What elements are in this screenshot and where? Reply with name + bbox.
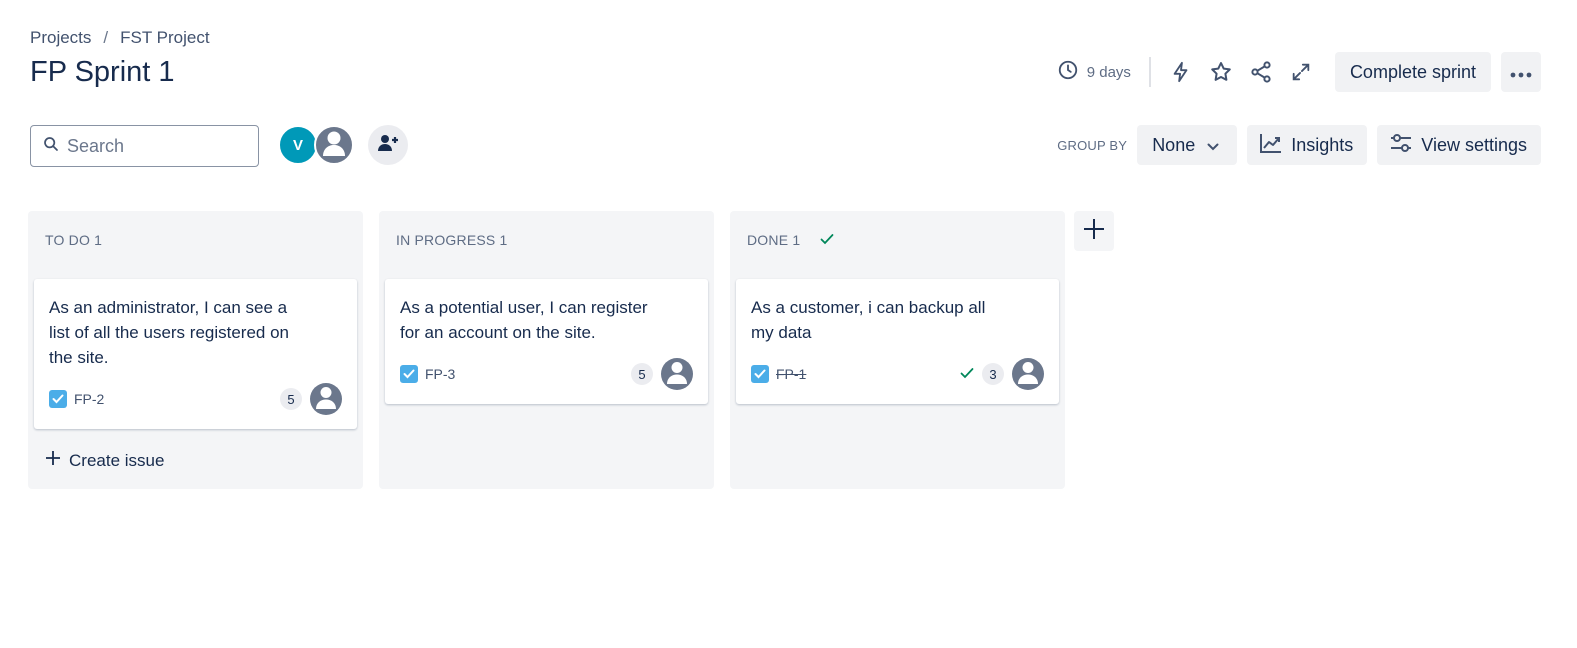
story-icon [49, 390, 67, 408]
more-icon [1510, 62, 1532, 83]
share-icon [1249, 60, 1273, 84]
breadcrumb-project[interactable]: FST Project [120, 28, 209, 48]
card-meta: 5 [280, 383, 342, 415]
complete-sprint-button[interactable]: Complete sprint [1334, 52, 1491, 92]
plus-icon [1082, 217, 1106, 246]
avatar-unassigned[interactable] [314, 125, 354, 165]
user-icon [310, 383, 342, 415]
story-icon [751, 365, 769, 383]
group-by-value: None [1152, 134, 1196, 155]
avatar[interactable]: V [278, 125, 318, 165]
group-by-select[interactable]: None [1137, 125, 1238, 165]
story-icon [400, 365, 418, 383]
view-settings-label: View settings [1421, 134, 1527, 155]
page-title: FP Sprint 1 [30, 56, 175, 88]
user-icon [316, 127, 352, 163]
issue-key[interactable]: FP-1 [776, 366, 806, 382]
story-points-badge: 5 [631, 363, 653, 385]
user-icon [661, 358, 693, 390]
add-people-icon [376, 131, 400, 160]
insights-button[interactable]: Insights [1247, 125, 1368, 165]
header-actions: 9 days Complete sprint [1057, 52, 1541, 92]
column-header: TO DO 1 [45, 232, 102, 248]
insights-label: Insights [1291, 134, 1354, 155]
card-meta: 3 [960, 358, 1044, 390]
add-column-button[interactable] [1074, 211, 1114, 251]
chevron-down-icon [1207, 135, 1219, 156]
board-toolbar: V GROUP BY None Insights [30, 125, 1541, 169]
issue-card[interactable]: As an administrator, I can see a list of… [34, 279, 357, 429]
settings-icon [1389, 132, 1413, 159]
card-summary: As an administrator, I can see a list of… [49, 298, 290, 367]
more-actions-button[interactable] [1501, 52, 1541, 92]
assignee-filter: V [278, 125, 408, 165]
check-icon [960, 366, 974, 383]
board-view-controls: GROUP BY None Insights View settings [1057, 125, 1541, 165]
add-people-button[interactable] [368, 125, 408, 165]
card-footer: FP-2 5 [49, 383, 342, 415]
assignee-avatar[interactable] [310, 383, 342, 415]
issue-card[interactable]: As a customer, i can backup all my data … [736, 279, 1059, 404]
search-box[interactable] [30, 125, 259, 167]
create-issue-label: Create issue [69, 450, 165, 470]
view-settings-button[interactable]: View settings [1377, 125, 1541, 165]
column-done: DONE 1 As a customer, i can backup all m… [730, 211, 1065, 489]
story-points-badge: 5 [280, 388, 302, 410]
issue-key[interactable]: FP-3 [425, 366, 455, 382]
assignee-avatar[interactable] [661, 358, 693, 390]
card-footer: FP-1 3 [751, 358, 1044, 390]
column-title: DONE 1 [747, 232, 801, 248]
breadcrumb-projects[interactable]: Projects [30, 28, 91, 48]
search-icon [43, 136, 59, 157]
group-by-label: GROUP BY [1057, 137, 1128, 153]
story-points-badge: 3 [982, 363, 1004, 385]
expand-icon [1290, 61, 1312, 83]
lightning-icon [1170, 61, 1192, 83]
plus-icon [45, 450, 61, 471]
share-button[interactable] [1241, 52, 1281, 92]
card-meta: 5 [631, 358, 693, 390]
breadcrumb-separator: / [103, 28, 109, 47]
create-issue-button[interactable]: Create issue [45, 450, 164, 471]
column-title: IN PROGRESS 1 [396, 232, 508, 248]
clock-icon [1057, 59, 1079, 85]
sprint-board: TO DO 1 As an administrator, I can see a… [28, 211, 1065, 489]
insights-icon [1259, 132, 1283, 159]
assignee-avatar[interactable] [1012, 358, 1044, 390]
column-title: TO DO 1 [45, 232, 103, 248]
sprint-time-remaining[interactable]: 9 days [1057, 57, 1151, 87]
card-footer: FP-3 5 [400, 358, 693, 390]
check-icon [820, 232, 834, 248]
days-remaining: 9 days [1086, 63, 1131, 81]
issue-key[interactable]: FP-2 [74, 391, 104, 407]
star-button[interactable] [1201, 52, 1241, 92]
star-icon [1209, 60, 1233, 84]
search-input[interactable] [67, 135, 247, 157]
card-summary: As a customer, i can backup all my data [751, 298, 986, 342]
fullscreen-button[interactable] [1281, 52, 1321, 92]
column-in-progress: IN PROGRESS 1 As a potential user, I can… [379, 211, 714, 489]
card-summary: As a potential user, I can register for … [400, 298, 648, 342]
breadcrumb: Projects / FST Project [30, 28, 210, 48]
issue-card[interactable]: As a potential user, I can register for … [385, 279, 708, 404]
column-todo: TO DO 1 As an administrator, I can see a… [28, 211, 363, 489]
column-header: IN PROGRESS 1 [396, 232, 508, 248]
column-header: DONE 1 [747, 232, 834, 248]
automation-button[interactable] [1161, 52, 1201, 92]
user-icon [1012, 358, 1044, 390]
